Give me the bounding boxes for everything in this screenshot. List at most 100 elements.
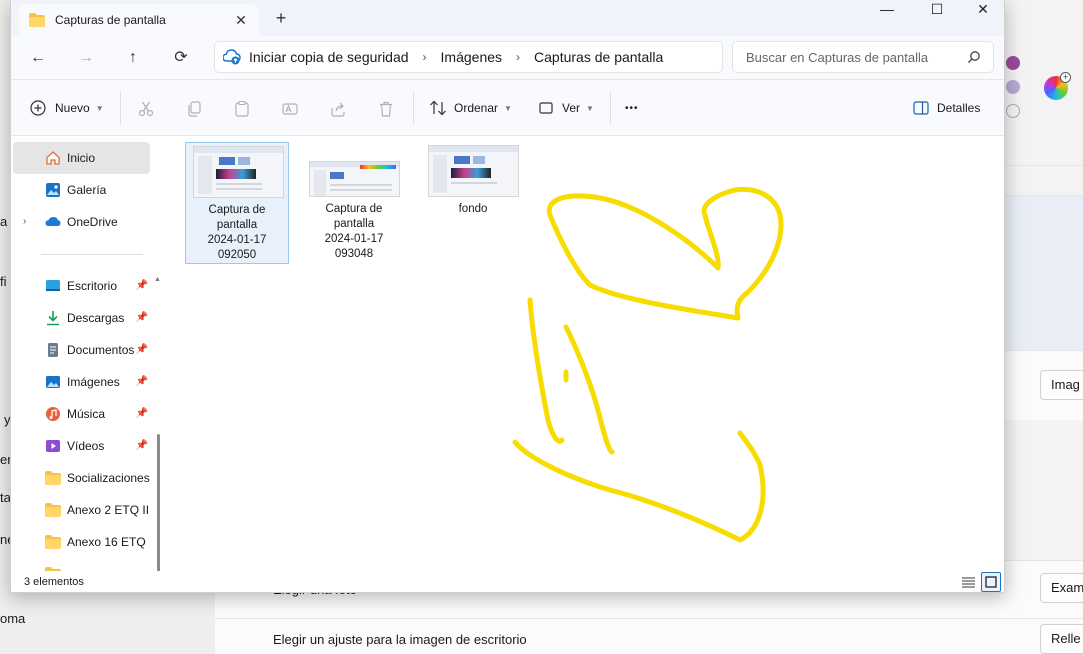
refresh-button[interactable]: ⟳ — [167, 44, 195, 72]
command-bar: Nuevo ▼ Ordenar ▼ Ver ▼ ••• Detalles — [11, 80, 1004, 136]
sidebar-item-inicio[interactable]: Inicio — [13, 142, 150, 174]
download-icon — [47, 311, 59, 326]
sidebar-item-imagenes[interactable]: Imágenes 📌 — [13, 366, 150, 398]
paste-icon[interactable] — [231, 98, 253, 120]
share-icon[interactable] — [327, 98, 349, 120]
accent-swatch[interactable] — [1006, 80, 1020, 94]
settings-nav-fragment[interactable]: fi — [0, 274, 7, 289]
folder-icon — [45, 471, 61, 485]
breadcrumb-separator-icon[interactable]: › — [516, 50, 520, 64]
tab-capturas[interactable]: Capturas de pantalla ✕ — [19, 4, 259, 36]
examinar-button[interactable]: Exam — [1040, 573, 1083, 603]
file-item-fondo[interactable]: fondo — [421, 142, 525, 264]
pin-icon[interactable]: 📌 — [136, 376, 148, 387]
search-input[interactable]: Buscar en Capturas de pantalla — [732, 41, 994, 73]
sidebar-divider — [41, 254, 143, 255]
pin-icon[interactable]: 📌 — [136, 312, 148, 323]
new-tab-button[interactable]: + — [269, 6, 293, 30]
folder-icon — [45, 503, 61, 517]
details-pane-icon — [913, 101, 929, 115]
view-button[interactable]: Ver ▼ — [539, 96, 594, 120]
sidebar-item-socializaciones[interactable]: Socializaciones d — [13, 462, 150, 494]
details-button[interactable]: Detalles — [913, 96, 980, 120]
cut-icon[interactable] — [135, 98, 157, 120]
maximize-button[interactable]: ☐ — [914, 0, 960, 20]
new-button[interactable]: Nuevo ▼ — [30, 96, 104, 120]
sidebar-item-escritorio[interactable]: Escritorio 📌 — [13, 270, 150, 302]
sidebar-item-partial[interactable] — [13, 558, 150, 571]
forward-button[interactable]: → — [72, 44, 100, 72]
scroll-up-arrow-icon[interactable]: ▲ — [154, 276, 161, 283]
chevron-down-icon: ▼ — [504, 103, 512, 113]
home-icon — [46, 151, 60, 165]
delete-icon[interactable] — [375, 98, 397, 120]
settings-nav-idioma[interactable]: oma — [0, 611, 25, 626]
file-explorer-window: Capturas de pantalla ✕ + — ☐ ✕ ← → ↑ ⟳ I… — [10, 0, 1005, 593]
sidebar-item-anexo-16[interactable]: Anexo 16 ETQ II — [13, 526, 150, 558]
back-button[interactable]: ← — [24, 44, 52, 72]
sidebar-item-videos[interactable]: Vídeos 📌 — [13, 430, 150, 462]
folder-icon — [45, 535, 61, 549]
pin-icon[interactable]: 📌 — [136, 280, 148, 291]
sidebar-scrollbar[interactable] — [157, 434, 160, 571]
tab-close-icon[interactable]: ✕ — [231, 10, 251, 30]
navigation-pane: ▲ Inicio Galería › OneDrive Escritorio 📌… — [11, 136, 166, 571]
add-color-icon[interactable]: + — [1060, 72, 1071, 83]
sidebar-item-descargas[interactable]: Descargas 📌 — [13, 302, 150, 334]
sidebar-item-galeria[interactable]: Galería — [13, 174, 150, 206]
breadcrumb-backup[interactable]: Iniciar copia de seguridad — [249, 49, 409, 65]
gallery-icon — [46, 183, 60, 197]
settings-nav-fragment[interactable]: a — [0, 214, 7, 229]
pin-icon[interactable]: 📌 — [136, 408, 148, 419]
document-icon — [48, 343, 58, 357]
search-placeholder: Buscar en Capturas de pantalla — [746, 49, 929, 65]
copy-icon[interactable] — [183, 98, 205, 120]
sidebar-item-onedrive[interactable]: OneDrive — [13, 206, 150, 238]
more-options-icon[interactable]: ••• — [625, 96, 639, 120]
file-item-captura-093048[interactable]: Captura de pantalla 2024-01-17 093048 — [302, 142, 406, 264]
plus-circle-icon — [30, 100, 46, 116]
cloud-backup-icon — [223, 49, 241, 65]
file-name: Captura de pantalla 2024-01-17 093048 — [324, 203, 384, 260]
item-count: 3 elementos — [24, 576, 84, 588]
accent-swatch[interactable] — [1006, 104, 1020, 118]
file-name: Captura de pantalla 2024-01-17 092050 — [207, 204, 267, 261]
breadcrumb-imagenes[interactable]: Imágenes — [441, 49, 502, 65]
sort-button[interactable]: Ordenar ▼ — [429, 96, 512, 120]
close-button[interactable]: ✕ — [960, 0, 1004, 20]
cloud-icon — [45, 217, 61, 226]
breadcrumb-separator-icon[interactable]: › — [423, 50, 427, 64]
address-bar[interactable]: Iniciar copia de seguridad › Imágenes › … — [214, 41, 723, 73]
pin-icon[interactable]: 📌 — [136, 440, 148, 451]
details-view-icon[interactable] — [958, 572, 978, 592]
toolbar-divider — [120, 92, 121, 124]
view-icon — [539, 102, 553, 114]
sidebar-item-anexo-2[interactable]: Anexo 2 ETQ II — [13, 494, 150, 526]
music-icon — [46, 407, 60, 421]
details-label: Detalles — [937, 101, 981, 115]
status-bar: 3 elementos — [11, 571, 1004, 592]
file-name: fondo — [458, 203, 488, 215]
rellenar-dropdown[interactable]: Relle — [1040, 624, 1083, 654]
up-button[interactable]: ↑ — [119, 44, 147, 72]
rename-icon[interactable] — [279, 98, 301, 120]
pin-icon[interactable]: 📌 — [136, 344, 148, 355]
accent-swatch[interactable] — [1006, 56, 1020, 70]
minimize-button[interactable]: — — [864, 0, 910, 20]
large-icons-view-icon[interactable] — [981, 572, 1001, 592]
file-thumbnail — [193, 146, 284, 198]
file-list: Captura de pantalla 2024-01-17 092050 Captu… — [169, 136, 1004, 571]
imagen-dropdown[interactable]: Imag — [1040, 370, 1083, 400]
sort-label: Ordenar — [454, 101, 499, 115]
file-item-captura-092050[interactable]: Captura de pantalla 2024-01-17 092050 — [185, 142, 289, 264]
title-bar: Capturas de pantalla ✕ + — ☐ ✕ — [11, 0, 1004, 36]
sidebar-item-documentos[interactable]: Documentos 📌 — [13, 334, 150, 366]
breadcrumb-capturas[interactable]: Capturas de pantalla — [534, 49, 663, 65]
navigation-bar: ← → ↑ ⟳ Iniciar copia de seguridad › Imá… — [11, 36, 1004, 80]
video-icon — [46, 440, 60, 452]
sidebar-item-musica[interactable]: Música 📌 — [13, 398, 150, 430]
folder-icon — [29, 13, 45, 27]
view-label: Ver — [562, 101, 581, 115]
new-label: Nuevo — [55, 101, 90, 115]
file-thumbnail — [309, 161, 400, 197]
